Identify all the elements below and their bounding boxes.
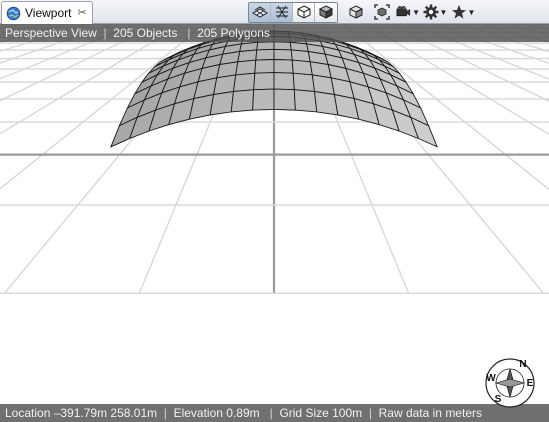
view-info-bar: Perspective View | 205 Objects | 205 Pol… <box>0 24 549 42</box>
viewport-icon <box>6 6 21 20</box>
view-mode-label: Perspective View <box>5 26 97 40</box>
surface-polygon <box>293 89 318 113</box>
wireframe-button[interactable] <box>271 2 293 22</box>
surface-polygon <box>273 72 295 91</box>
display-mode-group <box>248 1 338 23</box>
chevron-down-icon: ▼ <box>439 7 448 17</box>
surface-polygon <box>254 59 275 74</box>
surface-polygon <box>273 88 296 111</box>
tab-viewport[interactable]: Viewport ✂ <box>1 1 93 24</box>
surface-polygon <box>273 59 294 74</box>
grid-view-icon <box>251 6 268 18</box>
surface-polygon <box>252 88 275 111</box>
gear-icon <box>423 4 439 20</box>
fit-view-icon <box>374 4 390 20</box>
grid-size-readout: Grid Size 100m <box>279 406 363 420</box>
surface-polygon <box>253 72 275 91</box>
compass-north: N <box>519 359 527 370</box>
status-bar: Location –391.79m 258.01m | Elevation 0.… <box>0 404 549 422</box>
surface-polygon <box>209 90 235 116</box>
compass-south: S <box>494 394 502 405</box>
compass-widget[interactable]: N E S W <box>483 356 537 410</box>
surface-polygon <box>256 41 275 51</box>
scene-canvas[interactable] <box>0 24 549 422</box>
object-count: 205 Objects <box>113 26 178 40</box>
tab-bar: Viewport ✂ ▼ ▼ ▼ <box>0 0 549 24</box>
chevron-down-icon: ▼ <box>412 7 420 17</box>
surface-polygon <box>291 59 313 76</box>
surface-polygon <box>232 72 256 92</box>
star-icon <box>451 5 466 19</box>
close-icon[interactable]: ✂ <box>77 7 86 19</box>
solid-cube-icon <box>297 5 310 19</box>
view-toolbar: ▼ ▼ ▼ <box>248 1 476 23</box>
compass-east: E <box>526 378 534 389</box>
polygon-count: 205 Polygons <box>197 26 270 40</box>
settings-button[interactable]: ▼ <box>422 2 448 22</box>
3d-viewport[interactable] <box>0 24 549 422</box>
surface-polygon <box>273 41 292 51</box>
surface-polygon <box>255 48 275 61</box>
tab-title: Viewport <box>25 6 72 20</box>
favorites-button[interactable]: ▼ <box>450 2 476 22</box>
location-readout: Location –391.79m 258.01m <box>5 406 158 420</box>
surface-polygon <box>292 72 316 92</box>
cube-icon <box>349 5 363 19</box>
fit-view-button[interactable] <box>370 2 394 22</box>
object-cube-button[interactable] <box>344 2 368 22</box>
solid-cube-button[interactable] <box>293 2 315 22</box>
elevation-readout: Elevation 0.89m <box>173 406 260 420</box>
shaded-cube-button[interactable] <box>315 2 337 22</box>
surface-polygon <box>273 48 293 61</box>
surface-polygon <box>235 59 257 76</box>
wireframe-icon <box>275 5 288 19</box>
camera-button[interactable]: ▼ <box>396 2 420 22</box>
chevron-down-icon: ▼ <box>467 7 476 17</box>
camera-icon <box>396 6 411 17</box>
surface-polygon <box>230 89 255 113</box>
grid-view-button[interactable] <box>249 2 271 22</box>
data-mode-readout: Raw data in meters <box>378 406 482 420</box>
shaded-cube-icon <box>318 5 334 19</box>
compass-west: W <box>486 373 496 384</box>
